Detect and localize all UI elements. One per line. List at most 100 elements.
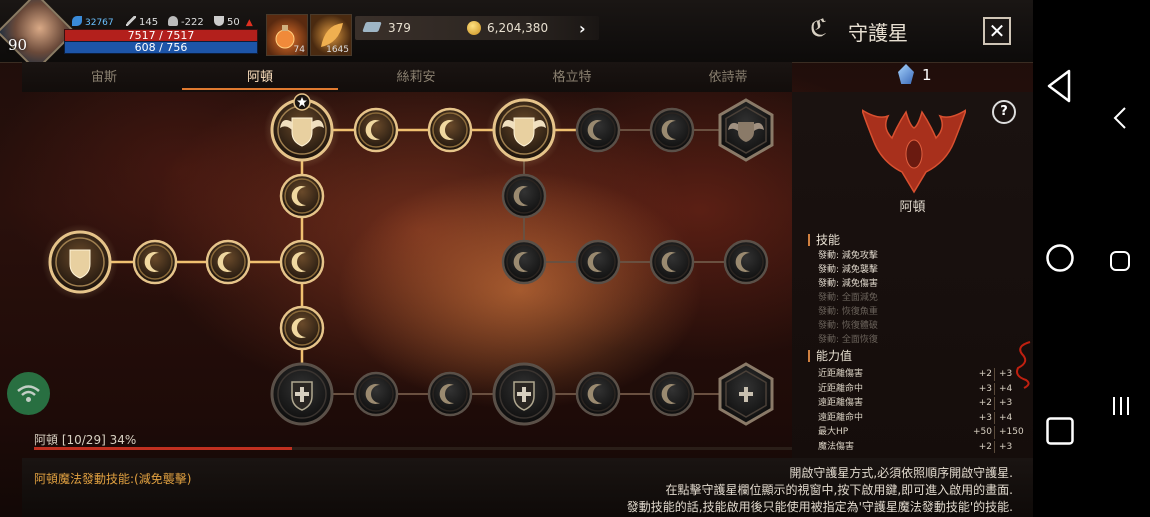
attribute-current: +3 [978,383,992,394]
page-title: 守護星 [848,21,908,45]
gold-count: 6,204,380 [487,21,549,35]
constellation-node-v-up[interactable] [279,173,325,219]
home-rounded-square-icon[interactable] [1109,250,1131,272]
progress-fill [34,447,292,450]
home-circle-icon[interactable] [1045,243,1075,273]
attribute-row: 遠距離傷害 +2 +3 [818,397,1018,410]
constellation-node-start[interactable] [42,224,118,300]
defense-stat: -222 [168,16,204,28]
attribute-next: +4 [994,382,1012,395]
constellation-node-t1[interactable] [353,107,399,153]
tab-ishti[interactable]: 依詩蒂 [650,66,806,85]
constellation-node-bottom-cross-2[interactable] [492,362,556,426]
recents-square-icon[interactable] [1045,416,1075,446]
skill-item: 發動: 減免傷害 [818,279,878,289]
constellation-node-b3[interactable] [575,371,621,417]
back-triangle-icon[interactable] [1045,68,1075,104]
attribute-name: 遠距離傷害 [818,398,864,408]
skill-item: 發動: 恢復魚重 [818,307,878,317]
constellation-node-v-down[interactable] [279,305,325,351]
constellation-node-bottom-end[interactable] [718,362,774,426]
skill-item: 發動: 減免攻擊 [818,251,878,261]
constellation-node-top-boss-2[interactable] [486,92,562,168]
attribute-current: +2 [978,441,992,452]
crystal-icon [898,64,914,84]
wifi-float-button[interactable] [7,372,50,415]
constellation-tabs: 宙斯 阿頓 絲莉安 格立特 依詩蒂 [22,62,792,92]
help-button[interactable]: ? [992,100,1016,124]
attribute-current: +3 [978,412,992,423]
attribute-next: +3 [994,397,1012,410]
cross-shield-icon [291,381,313,411]
constellation-node-b4[interactable] [649,371,695,417]
potion-slot[interactable]: 74 [266,14,308,56]
question-icon: ? [1000,104,1008,119]
back-chevron-icon[interactable] [1111,106,1129,130]
progress-track [34,447,792,450]
magic-skill-text: 阿頓魔法發動技能:(減免襲擊) [34,472,192,486]
defense-value: -222 [181,17,204,28]
constellation-node-m2[interactable] [575,239,621,285]
bottom-info-bar: 阿頓魔法發動技能:(減免襲擊) 開啟守護星方式,必須依照順序開啟守護星. 在點擊… [22,458,1033,517]
attack-stat: 145 [126,16,158,28]
leaf-item-slot[interactable]: 1645 [310,14,352,56]
tab-sirian[interactable]: 絲莉安 [338,66,494,85]
constellation-node-m1[interactable] [501,239,547,285]
android-nav-area [1033,0,1150,517]
attributes-header: 能力值 [808,350,852,362]
constellation-node-m-down[interactable] [501,173,547,219]
constellation-info-panel: ? 阿頓 技能 發動: 減免攻擊 發動: 減免襲擊 發動: 減免傷害 發動: 全面減免… [792,92,1033,462]
constellation-node-t3[interactable] [575,107,621,153]
constellation-node-top-end[interactable] [718,98,774,162]
expand-arrow-icon[interactable]: › [579,19,586,38]
attribute-name: 近距離命中 [818,383,864,394]
attribute-row: 最大HP +50 +150 [818,426,1024,439]
tree-nodes [42,92,774,426]
alert-icon: ▲ [245,18,253,28]
attribute-next: +3 [994,368,1012,381]
skill-item: 發動: 減免襲擊 [818,265,878,275]
close-icon: ✕ [988,19,1006,43]
attribute-current: +2 [978,369,992,379]
skill-item: 發動: 全面減免 [818,293,878,303]
attribute-name: 最大HP [818,427,849,437]
attribute-name: 魔法傷害 [818,441,855,452]
progress-label: 阿頓 [10/29] 34% [34,433,137,447]
info-line: 開啟守護星方式,必須依照順序開啟守護星. [789,466,1013,480]
wifi-icon [17,385,40,402]
attribute-next: +4 [994,411,1012,424]
constellation-node-t2[interactable] [427,107,473,153]
constellation-node-junction[interactable] [279,239,325,285]
close-button[interactable]: ✕ [983,17,1011,45]
constellation-node-m3[interactable] [649,239,695,285]
constellation-node-b1[interactable] [353,371,399,417]
attribute-name: 近距離傷害 [818,369,864,379]
top-status-bar: 90 32767 145 -222 50 ▲ 7517 / 7517 608 /… [0,0,1033,72]
power-value: 32767 [85,18,114,28]
constellation-tree [42,92,774,426]
red-scribble-icon [1016,341,1031,389]
constellation-node-t4[interactable] [649,107,695,153]
menu-lines-icon[interactable] [1110,395,1132,417]
constellation-node-l1[interactable] [132,239,178,285]
tab-glitter[interactable]: 格立特 [494,66,650,85]
constellation-logo-icon: ℭ [810,14,827,42]
attribute-row: 近距離傷害 +2 +3 [818,368,1018,381]
attribute-current: +2 [978,398,992,408]
attribute-row: 近距離命中 +3 +4 [818,382,1018,395]
constellation-node-b2[interactable] [427,371,473,417]
tab-aton[interactable]: 阿頓 [182,66,338,85]
shield-icon [69,249,91,279]
star-badge-icon [293,93,311,111]
potion-count: 74 [293,45,305,55]
trophy-value: 50 [227,17,240,28]
constellation-node-bottom-cross[interactable] [270,362,334,426]
tab-zeus[interactable]: 宙斯 [26,66,182,85]
constellation-node-top-boss[interactable] [264,92,340,168]
attribute-current: +50 [973,427,992,437]
power-stat: 32767 [72,16,114,28]
constellation-node-m4[interactable] [723,239,769,285]
attack-value: 145 [139,17,159,28]
constellation-node-l2[interactable] [205,239,251,285]
attribute-row: 魔法傷害 +2 +3 [818,440,1018,453]
